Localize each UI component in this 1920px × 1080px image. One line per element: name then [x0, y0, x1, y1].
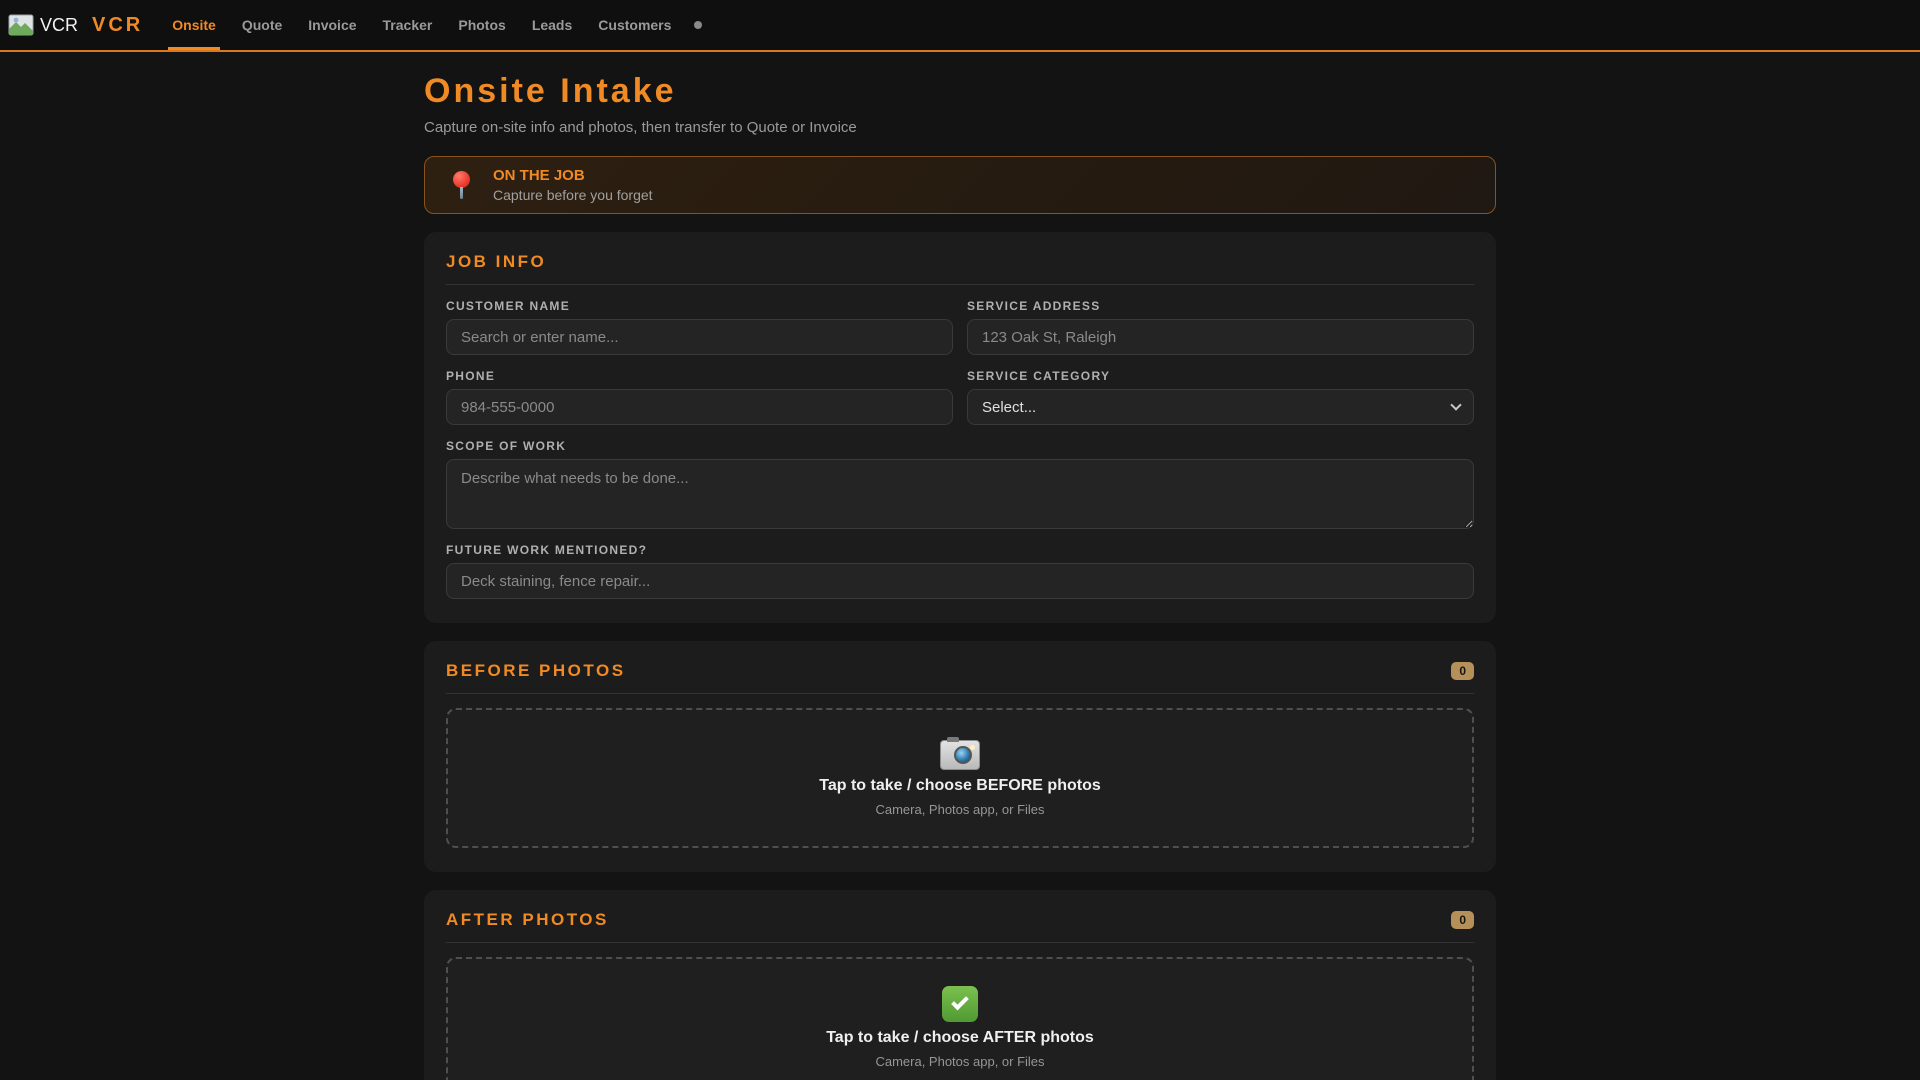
logo-alt-text: VCR	[40, 14, 79, 35]
round-pushpin-icon	[451, 171, 471, 199]
nav-item-quote[interactable]: Quote	[238, 0, 286, 50]
nav-item-invoice[interactable]: Invoice	[304, 0, 360, 50]
main-nav: Onsite Quote Invoice Tracker Photos Lead…	[159, 0, 684, 50]
on-the-job-banner: ON THE JOB Capture before you forget	[424, 156, 1496, 214]
before-photos-card: BEFORE PHOTOS 0 Tap to take / choose BEF…	[424, 641, 1496, 872]
service-address-input[interactable]	[967, 319, 1474, 355]
divider	[446, 693, 1474, 694]
banner-title: ON THE JOB	[493, 167, 585, 184]
divider	[446, 942, 1474, 943]
phone-field: PHONE	[446, 369, 953, 425]
before-drop-title: Tap to take / choose BEFORE photos	[819, 776, 1101, 794]
onsite-intake-page: Onsite Intake Capture on-site info and p…	[424, 52, 1496, 1080]
logo[interactable]: VCR VCR	[8, 0, 159, 50]
banner-subtitle: Capture before you forget	[493, 187, 653, 203]
after-drop-subtitle: Camera, Photos app, or Files	[875, 1053, 1045, 1069]
customer-name-input[interactable]	[446, 319, 953, 355]
after-photos-heading: AFTER PHOTOS	[446, 910, 609, 929]
phone-input[interactable]	[446, 389, 953, 425]
scope-of-work-textarea[interactable]	[446, 459, 1474, 529]
brand-name: VCR	[92, 13, 144, 36]
after-photos-count-badge: 0	[1451, 911, 1474, 929]
check-icon	[942, 985, 978, 1022]
before-photos-drop-zone[interactable]: Tap to take / choose BEFORE photos Camer…	[446, 708, 1474, 848]
future-work-label: FUTURE WORK MENTIONED?	[446, 543, 648, 557]
page-title: Onsite Intake	[424, 72, 677, 110]
scope-of-work-field: SCOPE OF WORK	[446, 439, 1474, 529]
before-drop-subtitle: Camera, Photos app, or Files	[875, 801, 1045, 817]
after-photos-card: AFTER PHOTOS 0 Tap to take / choose AFTE…	[424, 890, 1496, 1080]
nav-item-onsite[interactable]: Onsite	[168, 0, 220, 50]
after-photos-drop-zone[interactable]: Tap to take / choose AFTER photos Camera…	[446, 957, 1474, 1080]
service-category-label: SERVICE CATEGORY	[967, 369, 1111, 383]
divider	[446, 284, 1474, 285]
nav-item-leads[interactable]: Leads	[528, 0, 576, 50]
service-address-field: SERVICE ADDRESS	[967, 299, 1474, 355]
job-info-card: JOB INFO CUSTOMER NAME SERVICE ADDRESS P…	[424, 232, 1496, 623]
broken-image-icon	[8, 14, 34, 36]
customer-name-field: CUSTOMER NAME	[446, 299, 953, 355]
service-category-select[interactable]: Select...	[967, 389, 1474, 425]
banner-text: ON THE JOB Capture before you forget	[493, 167, 653, 203]
customer-name-label: CUSTOMER NAME	[446, 299, 571, 313]
camera-icon	[940, 736, 980, 770]
top-nav-bar: VCR VCR Onsite Quote Invoice Tracker Pho…	[0, 0, 1920, 52]
page-subtitle: Capture on-site info and photos, then tr…	[424, 119, 857, 136]
status-dot	[694, 21, 703, 29]
service-address-label: SERVICE ADDRESS	[967, 299, 1101, 313]
scope-of-work-label: SCOPE OF WORK	[446, 439, 567, 453]
after-drop-title: Tap to take / choose AFTER photos	[826, 1028, 1094, 1046]
before-photos-count-badge: 0	[1451, 662, 1474, 680]
future-work-input[interactable]	[446, 563, 1474, 599]
nav-item-customers[interactable]: Customers	[594, 0, 675, 50]
service-category-field: SERVICE CATEGORY Select...	[967, 369, 1474, 425]
future-work-field: FUTURE WORK MENTIONED?	[446, 543, 1474, 599]
nav-item-tracker[interactable]: Tracker	[379, 0, 437, 50]
job-info-heading: JOB INFO	[446, 252, 547, 271]
before-photos-heading: BEFORE PHOTOS	[446, 661, 626, 680]
nav-item-photos[interactable]: Photos	[454, 0, 509, 50]
phone-label: PHONE	[446, 369, 496, 383]
